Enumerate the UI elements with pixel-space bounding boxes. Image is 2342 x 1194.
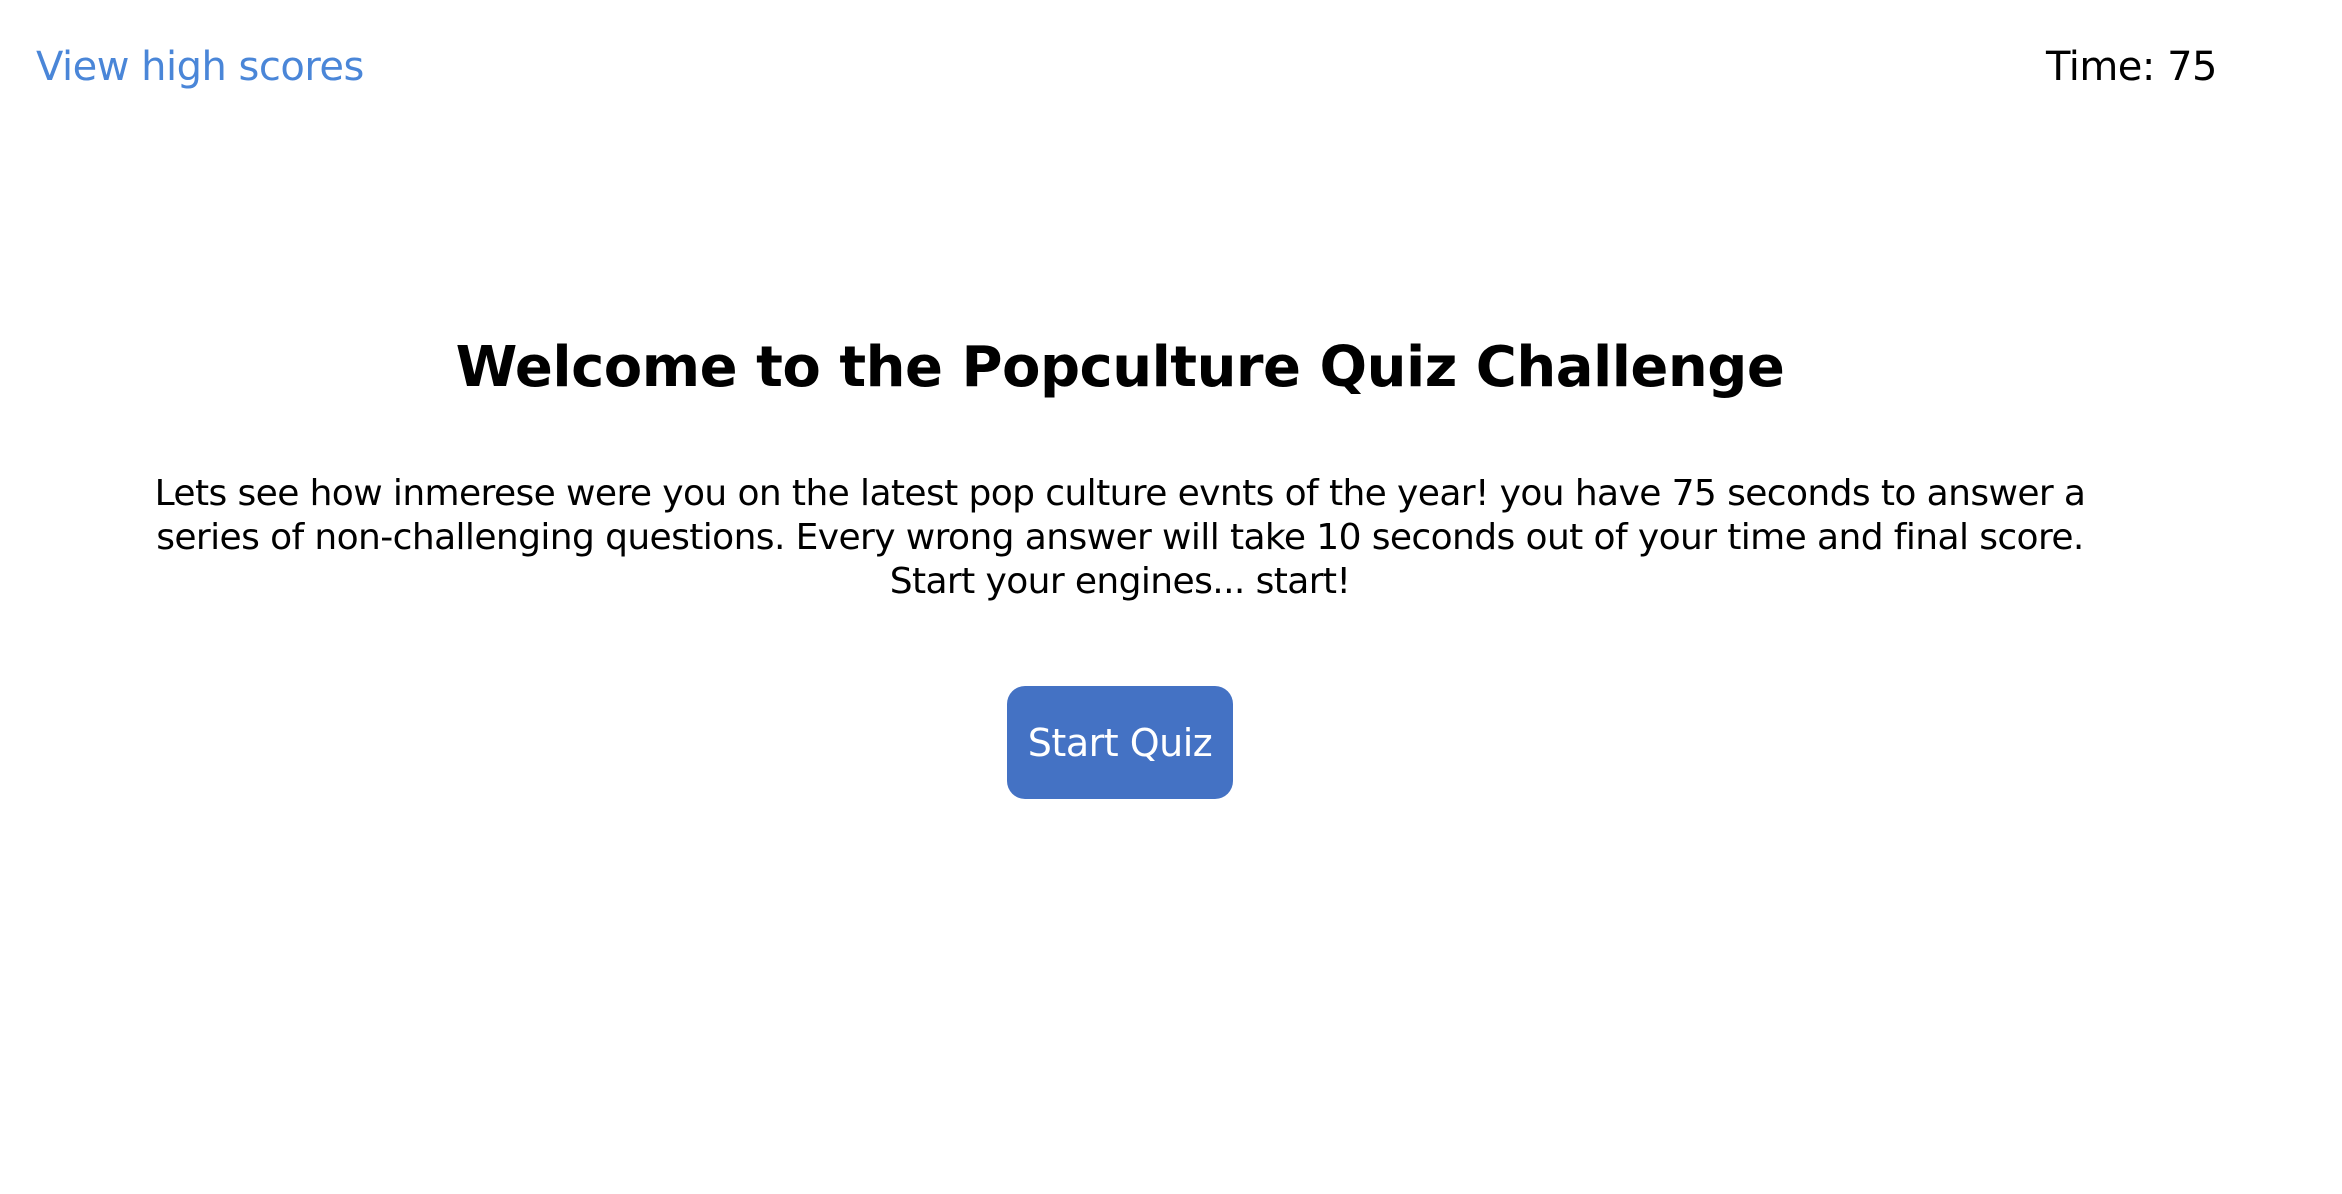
- start-quiz-button[interactable]: Start Quiz: [1007, 686, 1233, 799]
- timer-label: Time:: [2046, 44, 2168, 90]
- timer-value: 75: [2167, 44, 2217, 90]
- view-high-scores-link[interactable]: View high scores: [36, 40, 364, 94]
- timer: Time: 75: [2046, 40, 2217, 94]
- page-title: Welcome to the Popculture Quiz Challenge: [455, 335, 1785, 400]
- quiz-page: View high scores Time: 75 Welcome to the…: [0, 0, 2342, 1194]
- top-bar: View high scores Time: 75: [0, 0, 2342, 130]
- quiz-intro-section: Welcome to the Popculture Quiz Challenge…: [0, 330, 2240, 799]
- intro-description: Lets see how inmerese were you on the la…: [154, 473, 2086, 602]
